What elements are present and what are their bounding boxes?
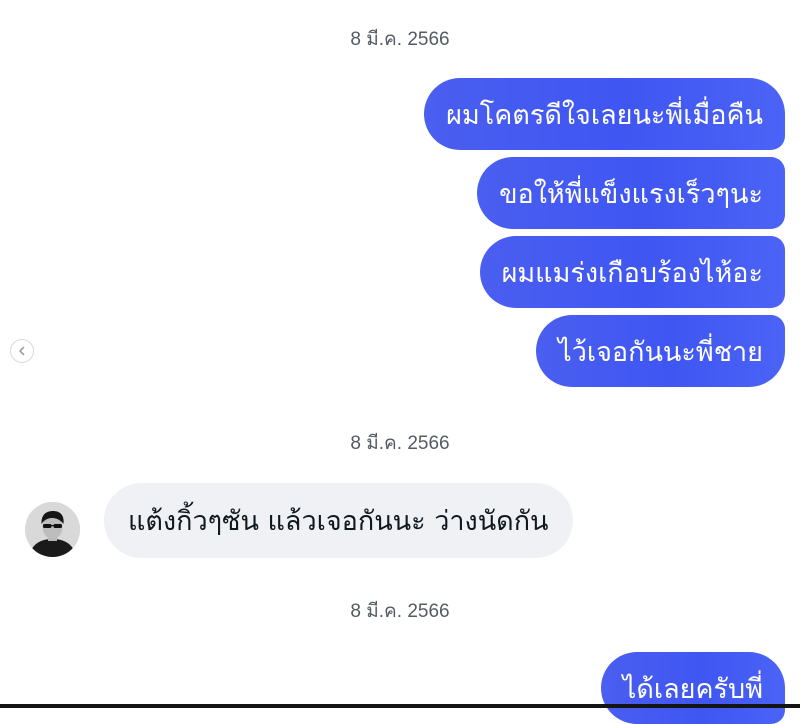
timestamp: 8 มี.ค. 2566: [350, 433, 450, 454]
carousel-prev-button[interactable]: [10, 339, 34, 363]
timestamp: 8 มี.ค. 2566: [350, 29, 450, 50]
outgoing-message[interactable]: ผมโคตรดีใจเลยนะพี่เมื่อคืน: [424, 78, 785, 150]
chevron-left-icon: [19, 346, 25, 356]
message-text: ผมแมร่งเกือบร้องไห้อะ: [501, 257, 763, 289]
outgoing-message[interactable]: ไว้เจอกันนะพี่ชาย: [536, 315, 785, 387]
message-text: ไว้เจอกันนะพี่ชาย: [558, 336, 763, 368]
message-text: ผมโคตรดีใจเลยนะพี่เมื่อคืน: [446, 99, 763, 131]
timestamp: 8 มี.ค. 2566: [350, 601, 450, 622]
message-text: ขอให้พี่แข็งแรงเร็วๆนะ: [499, 178, 763, 210]
outgoing-message[interactable]: ได้เลยครับพี่: [600, 652, 785, 724]
incoming-message[interactable]: แต้งกิ้วๆซัน แล้วเจอกันนะ ว่างนัดกัน: [104, 483, 573, 558]
user-avatar-icon: [25, 502, 80, 557]
outgoing-message[interactable]: ผมแมร่งเกือบร้องไห้อะ: [479, 236, 785, 308]
outgoing-message[interactable]: ขอให้พี่แข็งแรงเร็วๆนะ: [477, 157, 785, 229]
avatar[interactable]: [25, 502, 80, 557]
divider: [0, 704, 800, 708]
message-text: แต้งกิ้วๆซัน แล้วเจอกันนะ ว่างนัดกัน: [128, 506, 549, 537]
